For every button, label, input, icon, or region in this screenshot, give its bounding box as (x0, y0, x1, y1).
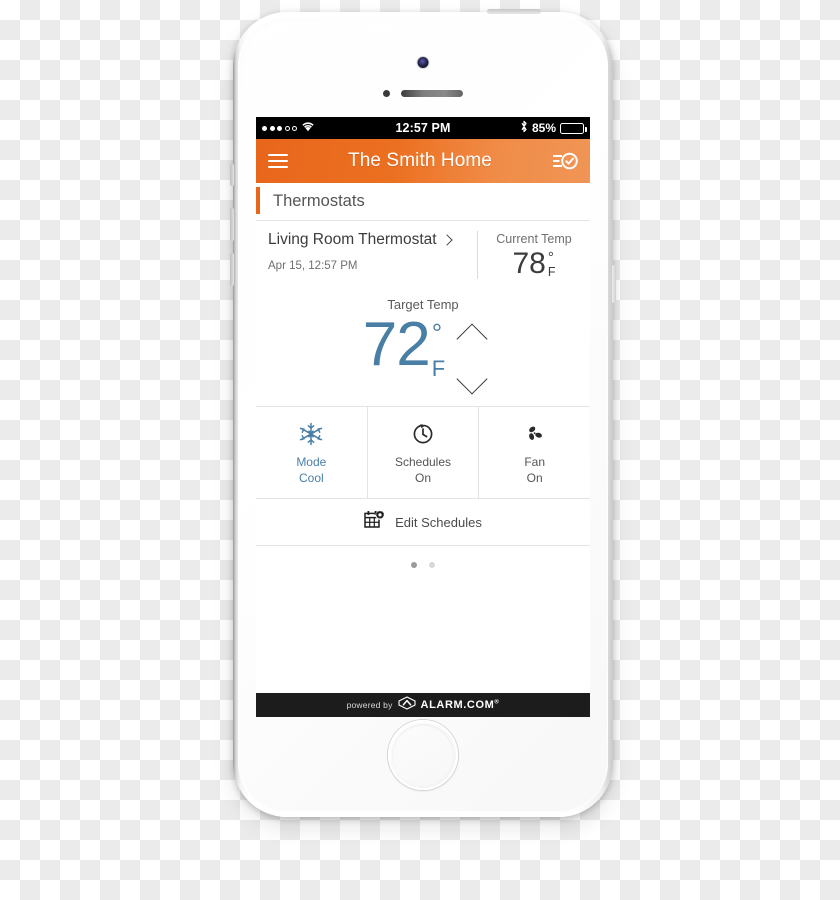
target-temp-value: 72 ° F (363, 314, 445, 380)
clock-refresh-icon (372, 421, 475, 447)
control-schedules[interactable]: Schedules On (368, 407, 480, 499)
app-header: The Smith Home (256, 139, 590, 183)
control-schedules-value: On (415, 471, 432, 486)
phone-screen: 12:57 PM 85% The Smith Home Thermostats … (256, 117, 590, 717)
target-temp-control: 72 ° F (256, 314, 590, 395)
brand-label: ALARM.COM® (421, 699, 500, 711)
chevron-up-icon[interactable] (456, 323, 488, 355)
calendar-gear-icon (364, 510, 386, 535)
current-temp-number: 78 (512, 247, 546, 280)
battery-icon (560, 122, 587, 134)
control-mode-title: Mode (296, 455, 327, 469)
edit-schedules-label: Edit Schedules (395, 514, 482, 530)
current-temp-label: Current Temp (496, 232, 572, 246)
earpiece-speaker (401, 90, 463, 97)
thermostat-identity: Living Room Thermostat Apr 15, 12:57 PM (256, 231, 478, 279)
section-accent-bar (256, 187, 260, 214)
app-footer: powered by ALARM.COM® (256, 693, 590, 717)
power-button[interactable] (487, 9, 541, 14)
target-temp-unit: ° F (432, 320, 445, 380)
current-temp-value: 78 ° F (478, 249, 590, 279)
control-schedules-label: Schedules On (372, 454, 475, 486)
section-header: Thermostats (256, 183, 590, 221)
page-dot[interactable] (411, 562, 417, 569)
snowflake-icon (260, 421, 363, 447)
brand-name: ALARM.COM (420, 699, 495, 711)
chevron-down-icon[interactable] (456, 363, 488, 395)
proximity-sensor-icon (383, 90, 390, 97)
hamburger-menu-icon[interactable] (268, 153, 288, 169)
control-fan-label: Fan On (483, 454, 586, 486)
volume-down-button[interactable] (230, 253, 234, 286)
battery-percent-label: 85% (531, 121, 556, 135)
chevron-right-icon (440, 233, 453, 246)
current-temp-unit: ° F (548, 249, 556, 279)
bluetooth-icon (520, 120, 528, 136)
control-fan-value: On (526, 471, 543, 486)
thermostat-summary-row: Living Room Thermostat Apr 15, 12:57 PM … (256, 221, 590, 291)
section-title: Thermostats (273, 192, 365, 210)
control-mode-label: Mode Cool (260, 454, 363, 486)
thermostat-controls: Mode Cool Schedules On Fan On (256, 407, 590, 500)
page-dot[interactable] (429, 562, 435, 569)
target-temp-block: Target Temp 72 ° F (256, 291, 590, 407)
control-mode[interactable]: Mode Cool (256, 407, 368, 499)
home-button[interactable] (388, 720, 458, 790)
target-unit-label: F (431, 356, 446, 381)
silent-switch[interactable] (230, 164, 234, 186)
page-indicator (256, 546, 590, 569)
page-title: The Smith Home (348, 150, 492, 171)
checklist-check-icon[interactable] (552, 151, 578, 171)
registered-mark: ® (494, 699, 500, 706)
current-degree-symbol: ° (547, 249, 554, 266)
fan-blades-icon (483, 421, 586, 447)
control-fan-title: Fan (524, 455, 546, 469)
front-camera-icon (417, 57, 429, 68)
thermostat-name-label: Living Room Thermostat (268, 231, 437, 248)
alarm-dot-com-chevron-logo (397, 695, 416, 715)
control-mode-value: Cool (298, 471, 324, 486)
phone-body: 12:57 PM 85% The Smith Home Thermostats … (238, 17, 608, 812)
status-bar-right: 85% (520, 120, 587, 136)
temperature-stepper (456, 323, 488, 395)
thermostat-name-link[interactable]: Living Room Thermostat (268, 231, 469, 249)
thermostat-timestamp: Apr 15, 12:57 PM (268, 260, 358, 272)
control-fan[interactable]: Fan On (479, 407, 590, 498)
target-temp-number: 72 (362, 310, 431, 379)
control-schedules-title: Schedules (394, 455, 452, 469)
edit-schedules-button[interactable]: Edit Schedules (256, 499, 590, 547)
powered-by-label: powered by (346, 700, 393, 710)
current-temp-block: Current Temp 78 ° F (478, 231, 590, 279)
target-degree-symbol: ° (431, 318, 443, 348)
status-bar: 12:57 PM 85% (256, 117, 590, 139)
volume-up-button[interactable] (230, 208, 234, 241)
current-unit-label: F (547, 265, 556, 279)
sim-tray (612, 265, 616, 303)
iphone-device: 12:57 PM 85% The Smith Home Thermostats … (230, 9, 616, 817)
